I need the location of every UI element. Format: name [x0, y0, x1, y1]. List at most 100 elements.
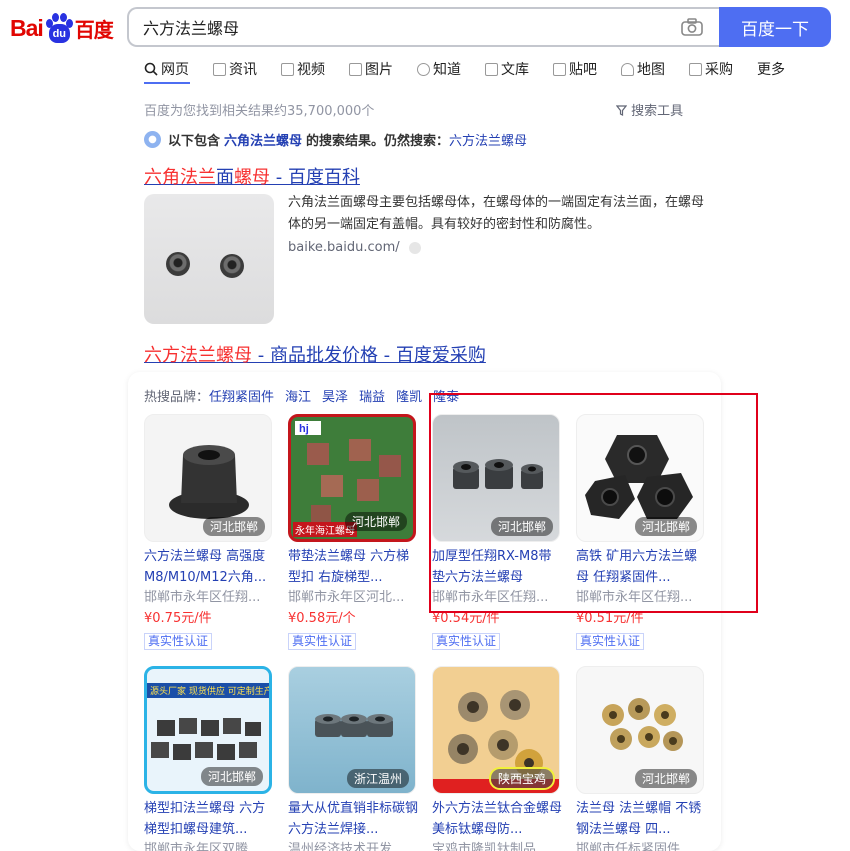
tab-news[interactable]: 资讯: [213, 60, 257, 78]
location-tag: 河北邯郸: [200, 767, 263, 786]
tab-label: 地图: [637, 62, 665, 78]
title-part: 六方法兰螺母: [144, 345, 252, 366]
product-item[interactable]: 浙江温州 量大从优直销非标碳钢六方法兰焊接... 温州经济技术开发...: [288, 666, 418, 851]
product-name[interactable]: 量大从优直销非标碳钢六方法兰焊接...: [288, 798, 418, 840]
logo-bai: Bai: [10, 14, 44, 41]
active-tab-indicator: [144, 82, 190, 84]
filter-icon: [615, 105, 628, 116]
notice-middle: 的搜索结果。仍然搜索：: [306, 134, 450, 149]
tab-image[interactable]: 图片: [349, 60, 393, 78]
result-count: 百度为您找到相关结果约35,700,000个: [144, 104, 375, 119]
brand-link[interactable]: 昊泽: [322, 386, 348, 405]
tab-label: 资讯: [229, 62, 257, 78]
tab-tieba[interactable]: 贴吧: [553, 60, 597, 78]
product-item[interactable]: 陕西宝鸡 外六方法兰钛合金螺母 美标钛螺母防... 宝鸡市隆凯钛制品...: [432, 666, 562, 851]
library-icon: [485, 62, 498, 76]
product-name[interactable]: 梯型扣法兰螺母 六方梯型扣螺母建筑...: [144, 798, 274, 840]
camera-icon[interactable]: [681, 18, 703, 36]
notice-prefix: 以下包含: [168, 134, 221, 149]
verified-badge: 真实性认证: [432, 633, 501, 650]
tab-label: 更多: [757, 62, 785, 78]
verified-badge: 真实性认证: [576, 633, 645, 650]
tab-wenku[interactable]: 文库: [485, 60, 529, 78]
title-part: - 百度百科: [270, 167, 360, 188]
product-image[interactable]: 源头厂家 现货供应 可定制生产 河北邯郸: [144, 666, 272, 794]
search-query[interactable]: 六方法兰螺母: [143, 15, 681, 39]
product-image[interactable]: hj 永年海江螺母 河北邯郸: [288, 414, 416, 542]
product-image[interactable]: 河北邯郸: [576, 666, 704, 794]
more-icon[interactable]: [408, 241, 421, 254]
title-part: 螺母: [234, 167, 270, 188]
brands-label: 热搜品牌：: [144, 390, 210, 405]
tab-label: 图片: [365, 62, 393, 78]
search-bar: 六方法兰螺母 百度一下: [127, 7, 831, 47]
tab-label: 网页: [161, 62, 189, 78]
image-icon: [349, 62, 362, 76]
tab-more[interactable]: 更多: [757, 60, 785, 78]
map-icon: [621, 62, 634, 76]
location-tag: 河北邯郸: [634, 769, 697, 788]
result-source[interactable]: baike.baidu.com/: [288, 240, 421, 255]
tab-label: 知道: [433, 62, 461, 78]
product-seller[interactable]: 邯郸市任标紧固件...: [576, 840, 704, 851]
product-seller[interactable]: 温州经济技术开发...: [288, 840, 416, 851]
brand-link[interactable]: 瑞益: [359, 386, 385, 405]
search-input[interactable]: 六方法兰螺母: [127, 7, 719, 47]
product-price: ¥0.58元/个: [288, 611, 356, 626]
paw-icon: du: [44, 11, 74, 45]
search-button[interactable]: 百度一下: [719, 7, 831, 47]
product-image[interactable]: 河北邯郸: [144, 414, 272, 542]
shop-icon: [689, 62, 702, 76]
product-name[interactable]: 带垫法兰螺母 六方梯型扣 右旋梯型...: [288, 546, 418, 588]
logo-chinese: 百度: [74, 17, 114, 42]
tab-video[interactable]: 视频: [281, 60, 325, 78]
product-item[interactable]: hj 永年海江螺母 河北邯郸 带垫法兰螺母 六方梯型扣 右旋梯型... 邯郸市永…: [288, 414, 416, 650]
spelling-notice: ● 以下包含 六角法兰螺母 的搜索结果。仍然搜索： 六方法兰螺母: [144, 130, 527, 149]
product-seller[interactable]: 宝鸡市隆凯钛制品...: [432, 840, 560, 851]
notice-term: 六角法兰螺母: [224, 134, 303, 149]
brand-link[interactable]: 海江: [285, 386, 311, 405]
tab-purchase[interactable]: 采购: [689, 60, 733, 78]
verified-badge: 真实性认证: [144, 633, 213, 650]
location-tag: 河北邯郸: [344, 512, 407, 531]
tab-label: 贴吧: [569, 62, 597, 78]
product-name[interactable]: 法兰母 法兰螺帽 不锈钢法兰螺母 四...: [576, 798, 706, 840]
product-image[interactable]: 浙江温州: [288, 666, 416, 794]
notice-original-link[interactable]: 六方法兰螺母: [449, 130, 527, 149]
search-tools[interactable]: 搜索工具: [615, 100, 683, 119]
product-image[interactable]: 陕西宝鸡: [432, 666, 560, 794]
result-title-baike[interactable]: 六角法兰面螺母 - 百度百科: [144, 163, 360, 189]
title-part: - 商品批发价格 - 百度爱采购: [252, 345, 486, 366]
product-seller[interactable]: 邯郸市永年区任翔...: [144, 588, 272, 608]
news-icon: [213, 62, 226, 76]
product-item[interactable]: 河北邯郸 法兰母 法兰螺帽 不锈钢法兰螺母 四... 邯郸市任标紧固件...: [576, 666, 704, 851]
tab-zhidao[interactable]: 知道: [417, 60, 461, 78]
search-icon: [144, 62, 158, 76]
title-part: 面: [216, 167, 234, 188]
video-icon: [281, 62, 294, 76]
search-tabs: 网页 资讯 视频 图片 知道 文库 贴吧 地图 采购 更多: [144, 60, 809, 78]
product-seller[interactable]: 邯郸市永年区双腾...: [144, 840, 272, 851]
paw-icon: ●: [144, 131, 161, 148]
location-tag: 河北邯郸: [202, 517, 265, 536]
baidu-logo[interactable]: Bai du 百度: [10, 8, 114, 48]
product-overlay-text: 源头厂家 现货供应 可定制生产: [147, 683, 269, 698]
tab-map[interactable]: 地图: [621, 60, 665, 78]
product-name[interactable]: 六方法兰螺母 高强度M8/M10/M12六角...: [144, 546, 274, 588]
brand-link[interactable]: 隆凯: [396, 386, 422, 405]
nut-image: [220, 254, 244, 278]
location-tag: 陕西宝鸡: [490, 769, 553, 788]
product-seller[interactable]: 邯郸市永年区河北...: [288, 588, 416, 608]
product-item[interactable]: 源头厂家 现货供应 可定制生产 河北邯郸 梯型扣法兰螺母 六方梯型扣螺母建筑..…: [144, 666, 272, 851]
result-abstract: 六角法兰面螺母主要包括螺母体，在螺母体的一端固定有法兰面，在螺母体的另一端固定有…: [288, 195, 705, 232]
baike-thumbnail[interactable]: [144, 194, 274, 324]
product-item[interactable]: 河北邯郸 六方法兰螺母 高强度M8/M10/M12六角... 邯郸市永年区任翔.…: [144, 414, 272, 650]
title-part: 六角法兰: [144, 167, 216, 188]
tab-web[interactable]: 网页: [144, 60, 189, 78]
result-title-aicaigou[interactable]: 六方法兰螺母 - 商品批发价格 - 百度爱采购: [144, 341, 486, 367]
product-name[interactable]: 外六方法兰钛合金螺母 美标钛螺母防...: [432, 798, 562, 840]
location-tag: 浙江温州: [346, 769, 409, 788]
question-icon: [417, 62, 430, 76]
tab-label: 采购: [705, 62, 733, 78]
brand-link[interactable]: 任翔紧固件: [209, 386, 274, 405]
